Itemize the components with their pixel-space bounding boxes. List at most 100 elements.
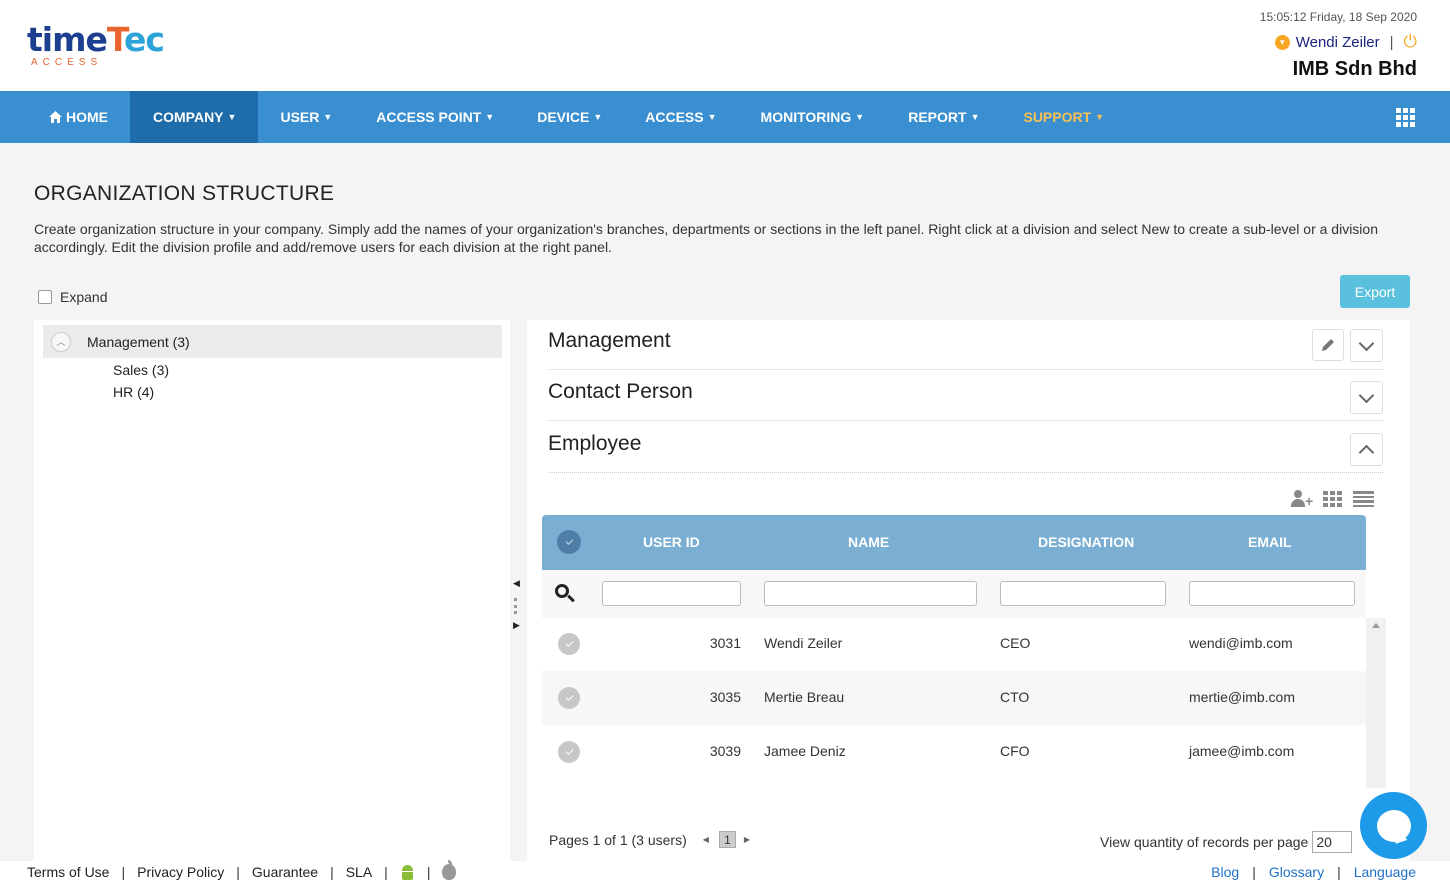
cell-user-id: 3039	[709, 743, 741, 759]
caret-down-icon: ▼	[855, 112, 865, 122]
col-user-id[interactable]: USER ID	[643, 534, 700, 550]
cell-designation: CTO	[1000, 689, 1030, 705]
records-per-page: View quantity of records per page 20	[1100, 831, 1353, 853]
col-email[interactable]: EMAIL	[1248, 534, 1292, 550]
company-name: IMB Sdn Bhd	[1292, 58, 1417, 80]
collapse-left-icon[interactable]: ◀	[513, 578, 520, 589]
header: timeTec ACCESS 15:05:12 Friday, 18 Sep 2…	[0, 0, 1450, 91]
apps-grid-icon[interactable]	[1396, 108, 1416, 127]
nav-report[interactable]: REPORT ▼	[886, 91, 1001, 143]
nav-company[interactable]: COMPANY ▼	[130, 91, 259, 143]
next-page-icon[interactable]: ▶	[744, 835, 750, 844]
filter-user-id-input[interactable]	[602, 581, 741, 606]
logo-subtext: ACCESS	[31, 57, 103, 68]
table-row[interactable]: 3039 Jamee Deniz CFO jamee@imb.com	[542, 725, 1366, 779]
privacy-link[interactable]: Privacy Policy	[137, 864, 224, 880]
logo-text-time: time	[27, 20, 108, 59]
language-link[interactable]: Language	[1354, 864, 1416, 880]
col-designation[interactable]: DESIGNATION	[1038, 534, 1134, 550]
glossary-link[interactable]: Glossary	[1269, 864, 1324, 880]
user-badge-icon: ▾	[1274, 34, 1290, 50]
per-page-select[interactable]: 20	[1312, 831, 1353, 853]
expand-checkbox-row[interactable]: Expand	[38, 289, 107, 305]
expand-checkbox[interactable]	[38, 290, 52, 304]
export-button[interactable]: Export	[1340, 275, 1410, 308]
table-row[interactable]: 3031 Wendi Zeiler CEO wendi@imb.com	[542, 617, 1366, 671]
android-icon[interactable]	[400, 864, 415, 880]
row-checkbox[interactable]	[558, 687, 580, 709]
tree-node-label: Management (3)	[87, 333, 190, 350]
pagination-summary: Pages 1 of 1 (3 users)	[549, 831, 687, 848]
table-scrollbar[interactable]	[1366, 618, 1386, 788]
cell-designation: CFO	[1000, 743, 1030, 759]
user-info: ▾ Wendi Zeiler | ⏻	[1274, 32, 1417, 52]
row-checkbox[interactable]	[558, 633, 580, 655]
caret-down-icon: ▼	[485, 112, 495, 122]
tree-node-management[interactable]: ︿ Management (3)	[43, 325, 502, 358]
prev-page-icon[interactable]: ◀	[703, 835, 709, 844]
blog-link[interactable]: Blog	[1211, 864, 1239, 880]
tree-node-sales[interactable]: Sales (3)	[113, 362, 169, 378]
scroll-up-icon[interactable]	[1372, 623, 1380, 628]
filter-designation-input[interactable]	[1000, 581, 1166, 606]
panel-splitter[interactable]: ◀ ▶	[511, 578, 521, 633]
power-icon[interactable]: ⏻	[1404, 32, 1417, 52]
expand-management-button[interactable]	[1350, 329, 1383, 362]
collapse-icon[interactable]: ︿	[51, 331, 71, 352]
nav-home[interactable]: HOME	[0, 91, 130, 143]
tree-node-hr[interactable]: HR (4)	[113, 384, 154, 400]
section-contact-person: Contact Person	[548, 371, 1383, 421]
page-description: Create organization structure in your co…	[34, 221, 1378, 255]
guarantee-link[interactable]: Guarantee	[252, 864, 318, 880]
table-header: USER ID NAME DESIGNATION EMAIL	[542, 515, 1366, 570]
cell-user-id: 3031	[709, 635, 741, 651]
chevron-up-icon	[1358, 444, 1375, 460]
collapse-employee-button[interactable]	[1350, 433, 1383, 466]
chat-support-button[interactable]	[1360, 792, 1427, 859]
user-name-link[interactable]: Wendi Zeiler	[1296, 34, 1380, 51]
cell-name: Mertie Breau	[764, 689, 845, 705]
apple-icon[interactable]	[442, 860, 457, 880]
col-name[interactable]: NAME	[848, 534, 889, 550]
filter-email-input[interactable]	[1189, 581, 1355, 606]
select-all-checkbox[interactable]	[557, 530, 581, 554]
nav-user[interactable]: USER ▼	[258, 91, 354, 143]
search-icon	[555, 584, 575, 603]
timetec-logo[interactable]: timeTec ACCESS	[27, 20, 165, 72]
cell-designation: CEO	[1000, 635, 1031, 651]
pencil-icon	[1322, 339, 1334, 351]
table-row[interactable]: 3035 Mertie Breau CTO mertie@imb.com	[542, 671, 1366, 725]
current-datetime: 15:05:12 Friday, 18 Sep 2020	[1259, 10, 1417, 24]
check-icon	[565, 537, 573, 545]
grid-view-icon[interactable]	[1323, 491, 1343, 507]
edit-button[interactable]	[1312, 329, 1344, 361]
drag-handle-icon[interactable]	[514, 598, 517, 614]
footer-links: Terms of Use | Privacy Policy | Guarante…	[27, 860, 457, 880]
nav-monitoring[interactable]: MONITORING ▼	[739, 91, 887, 143]
logo-text-t: T	[106, 20, 125, 59]
pagination: Pages 1 of 1 (3 users) ◀ 1 ▶	[549, 831, 758, 848]
page-title: ORGANIZATION STRUCTURE	[34, 182, 335, 205]
home-icon	[49, 111, 62, 123]
row-checkbox[interactable]	[558, 741, 580, 763]
expand-contact-button[interactable]	[1350, 381, 1383, 414]
filter-name-input[interactable]	[764, 581, 977, 606]
nav-device[interactable]: DEVICE ▼	[516, 91, 624, 143]
footer-right-links: Blog | Glossary | Language	[1211, 864, 1416, 880]
expand-right-icon[interactable]: ▶	[513, 620, 520, 631]
chevron-down-icon	[1358, 335, 1375, 351]
nav-support[interactable]: SUPPORT ▼	[1001, 91, 1126, 143]
page-number-button[interactable]: 1	[718, 831, 736, 848]
cell-user-id: 3035	[709, 689, 741, 705]
section-title: Contact Person	[548, 380, 693, 403]
nav-access-point[interactable]: ACCESS POINT ▼	[354, 91, 516, 143]
cell-email: jamee@imb.com	[1189, 743, 1295, 759]
logo-text-ec: ec	[124, 20, 165, 59]
add-user-icon[interactable]: +	[1291, 490, 1313, 508]
list-view-icon[interactable]	[1353, 491, 1374, 507]
sla-link[interactable]: SLA	[346, 864, 372, 880]
terms-link[interactable]: Terms of Use	[27, 864, 109, 880]
chevron-down-icon	[1358, 387, 1375, 403]
cell-email: mertie@imb.com	[1189, 689, 1296, 705]
nav-access[interactable]: ACCESS ▼	[624, 91, 738, 143]
